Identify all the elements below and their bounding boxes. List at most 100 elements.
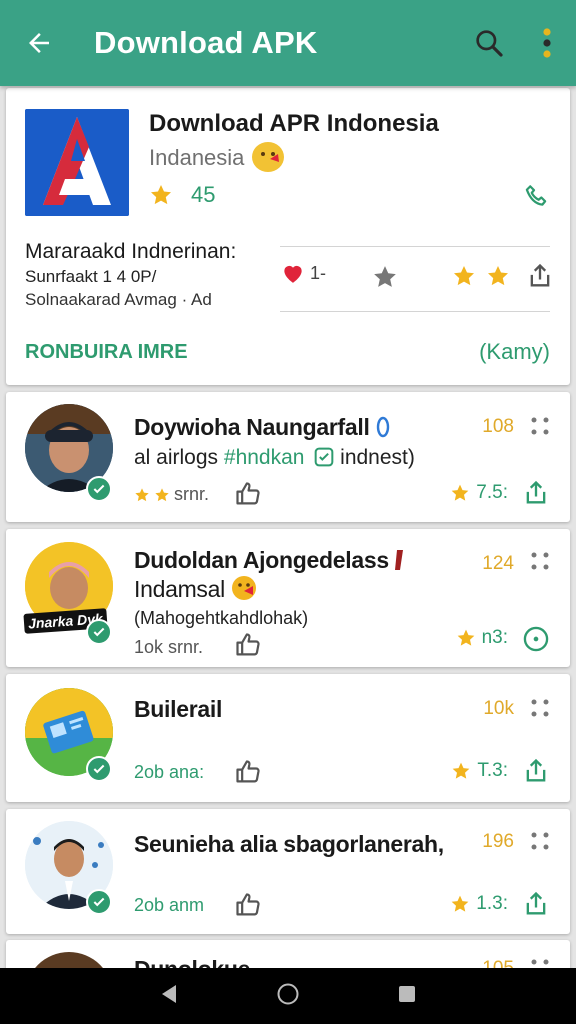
phone-icon bbox=[525, 185, 547, 206]
list-item[interactable]: Seunieha alia sbagorlanerah, 196 2ob anm… bbox=[6, 809, 570, 934]
item-title: Dudoldan Ajongedelass bbox=[134, 547, 403, 574]
featured-rating: 45 bbox=[149, 182, 215, 208]
featured-footer-action[interactable]: (Kamy) bbox=[479, 339, 550, 365]
item-menu-button[interactable] bbox=[530, 831, 550, 856]
item-title-text: Dudoldan Ajongedelass bbox=[134, 547, 389, 573]
item-description: (Mahogehtkahdlohak) bbox=[134, 608, 309, 628]
meta-line: Sunrfaakt 1 4 0P/ bbox=[25, 267, 157, 286]
item-count: 196 bbox=[482, 831, 514, 852]
check-icon bbox=[93, 627, 105, 637]
triangle-back-icon bbox=[161, 984, 176, 1003]
item-rating: n3: bbox=[456, 627, 508, 649]
like-button[interactable] bbox=[234, 631, 262, 664]
item-footer: 1ok srnr. bbox=[134, 637, 204, 657]
featured-app-card[interactable]: Download APR Indonesia Indanesia 45 Mara… bbox=[6, 88, 570, 385]
like-count: 1- bbox=[310, 262, 327, 283]
share-button[interactable] bbox=[526, 262, 554, 295]
grip-icon bbox=[531, 552, 549, 570]
search-button[interactable] bbox=[460, 0, 518, 86]
item-footer: 2ob anm bbox=[134, 895, 205, 915]
play-button[interactable] bbox=[522, 625, 550, 658]
item-menu-button[interactable] bbox=[530, 551, 550, 576]
grip-icon bbox=[531, 832, 549, 850]
nav-recents-button[interactable] bbox=[397, 984, 417, 1009]
thumb-up-icon bbox=[236, 482, 260, 505]
overflow-menu-button[interactable] bbox=[518, 0, 576, 86]
app-logo bbox=[25, 109, 129, 216]
list-item[interactable]: Doywioha Naungarfall al airlogs #hndkan … bbox=[6, 392, 570, 522]
item-menu-button[interactable] bbox=[530, 416, 550, 441]
check-icon bbox=[93, 764, 105, 774]
star-icon bbox=[453, 762, 470, 779]
star-icon bbox=[457, 629, 474, 646]
rating-value: 7.5: bbox=[476, 482, 508, 503]
emoji-icon bbox=[232, 576, 257, 600]
more-vert-icon bbox=[543, 28, 551, 58]
item-count: 10k bbox=[483, 698, 514, 719]
emoji-icon bbox=[252, 142, 285, 172]
star-icon bbox=[451, 484, 469, 501]
share-button[interactable] bbox=[522, 890, 550, 923]
share-icon bbox=[526, 758, 546, 782]
bookmark-icon bbox=[394, 550, 403, 570]
featured-actions: 1- bbox=[280, 260, 556, 296]
divider bbox=[280, 246, 550, 247]
star-icon bbox=[135, 487, 149, 501]
footer-text: srnr. bbox=[174, 484, 210, 504]
app-bar: Download APK bbox=[0, 0, 576, 86]
item-title-line2: Indamsal bbox=[134, 575, 257, 603]
star-rating-button[interactable] bbox=[372, 264, 398, 295]
item-title: Doywioha Naungarfall bbox=[134, 414, 390, 441]
star-outline-icon bbox=[374, 266, 396, 287]
star-icon bbox=[451, 895, 469, 912]
thumb-up-icon bbox=[236, 633, 260, 656]
thumb-up-icon bbox=[236, 760, 260, 783]
nav-home-button[interactable] bbox=[276, 982, 300, 1011]
page-title: Download APK bbox=[94, 25, 318, 60]
star-icon bbox=[486, 264, 510, 293]
item-rating: T.3: bbox=[451, 760, 508, 782]
call-button[interactable] bbox=[522, 182, 552, 217]
nav-back-button[interactable] bbox=[159, 983, 179, 1010]
target-icon bbox=[523, 626, 549, 652]
item-title: Seunieha alia sbagorlanerah, bbox=[134, 831, 444, 857]
like-button[interactable] bbox=[234, 758, 262, 791]
hashtag[interactable]: #hndkan bbox=[224, 446, 305, 469]
item-footer: srnr. bbox=[134, 484, 209, 505]
item-description: al airlogs #hndkan indnest) bbox=[134, 446, 415, 470]
rating-value: 1.3: bbox=[476, 893, 508, 914]
featured-footer-label[interactable]: RONBUIRA IMRE bbox=[25, 341, 188, 364]
verified-badge bbox=[86, 889, 112, 915]
rating-value: n3: bbox=[481, 627, 508, 648]
list-item[interactable]: Builerail 10k 2ob ana: T.3: bbox=[6, 674, 570, 802]
item-title-text: Indamsal bbox=[134, 576, 225, 602]
item-menu-button[interactable] bbox=[530, 698, 550, 723]
like-button[interactable] bbox=[234, 891, 262, 924]
grip-icon bbox=[531, 699, 549, 717]
check-icon bbox=[93, 897, 105, 907]
share-icon bbox=[530, 263, 550, 287]
verified-badge bbox=[86, 756, 112, 782]
item-rating: 1.3: bbox=[450, 893, 508, 915]
arrow-back-icon bbox=[29, 33, 49, 53]
verified-badge bbox=[86, 476, 112, 502]
thumb-up-icon bbox=[236, 893, 260, 916]
check-box-icon bbox=[314, 447, 334, 467]
system-nav-bar bbox=[0, 968, 576, 1024]
rating-value: T.3: bbox=[477, 760, 508, 781]
share-icon bbox=[526, 891, 546, 915]
description-text: al airlogs bbox=[134, 446, 224, 469]
back-button[interactable] bbox=[0, 0, 78, 86]
like-button[interactable] bbox=[234, 480, 262, 513]
share-button[interactable] bbox=[522, 479, 550, 512]
star-icon bbox=[452, 264, 476, 293]
subtitle-text: Indanesia bbox=[149, 144, 245, 170]
item-count: 108 bbox=[482, 416, 514, 437]
list-item[interactable]: Jnarka Dyk Dudoldan Ajongedelass Indamsa… bbox=[6, 529, 570, 667]
star-icon bbox=[155, 487, 169, 501]
item-title: Builerail bbox=[134, 696, 223, 722]
check-icon bbox=[93, 484, 105, 494]
share-button[interactable] bbox=[522, 757, 550, 790]
share-icon bbox=[526, 480, 546, 504]
like-button[interactable]: 1- bbox=[280, 260, 326, 286]
